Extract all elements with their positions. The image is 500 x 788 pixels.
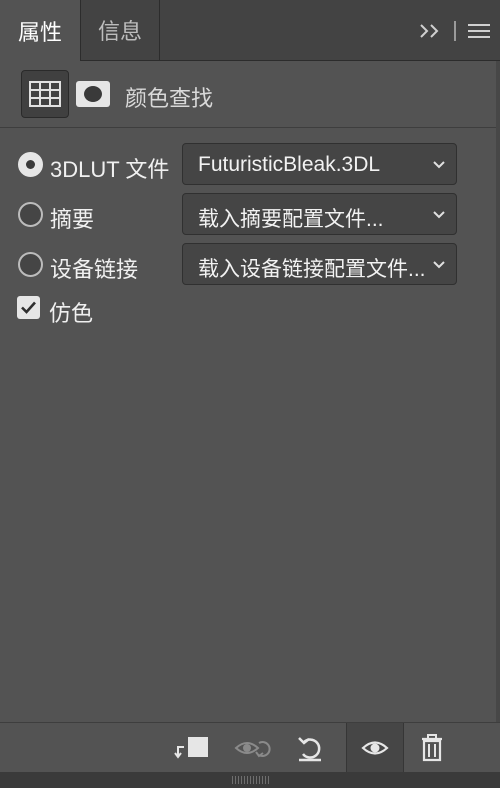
device-link-profile-select[interactable]: 载入设备链接配置文件... xyxy=(182,243,457,285)
abstract-profile-select[interactable]: 载入摘要配置文件... xyxy=(182,193,457,235)
tab-properties[interactable]: 属性 xyxy=(0,0,81,61)
panel-scroll-edge xyxy=(496,61,500,723)
chevron-down-icon xyxy=(433,261,445,269)
panel-menu-button[interactable] xyxy=(466,20,492,42)
tab-bar-divider xyxy=(454,21,456,41)
tab-bar: 属性 信息 xyxy=(0,0,500,61)
lut3d-file-value: FuturisticBleak.3DL xyxy=(198,153,381,176)
eye-icon xyxy=(361,741,389,755)
adjustment-title: 颜色查找 xyxy=(125,86,214,111)
lut3d-file-select[interactable]: FuturisticBleak.3DL xyxy=(182,143,457,185)
trash-icon xyxy=(422,734,442,762)
lut3d-row: 3DLUT 文件 FuturisticBleak.3DL xyxy=(0,143,500,187)
chevron-down-icon xyxy=(433,211,445,219)
clip-to-layer-icon xyxy=(174,737,208,759)
toggle-visibility-button[interactable] xyxy=(346,723,404,773)
device-link-row: 设备链接 载入设备链接配置文件... xyxy=(0,243,500,287)
double-chevron-right-icon xyxy=(420,24,439,38)
abstract-radio[interactable] xyxy=(18,202,43,227)
device-link-label: 设备链接 xyxy=(50,257,139,282)
reset-icon xyxy=(298,737,321,762)
abstract-profile-value: 载入摘要配置文件... xyxy=(198,208,384,231)
properties-panel: 属性 信息 颜色查找 3DLUT 文件 FuturisticBleak.3DL … xyxy=(0,0,500,788)
lut3d-label: 3DLUT 文件 xyxy=(50,157,170,182)
abstract-label: 摘要 xyxy=(50,207,95,232)
dither-label: 仿色 xyxy=(49,301,94,326)
menu-icon xyxy=(468,24,490,26)
collapse-panel-button[interactable] xyxy=(416,18,444,44)
mask-button[interactable] xyxy=(76,81,110,107)
view-previous-state-button[interactable] xyxy=(226,723,278,773)
adjustment-icon-button[interactable] xyxy=(21,70,69,118)
delete-button[interactable] xyxy=(406,723,458,773)
chevron-down-icon xyxy=(433,161,445,169)
device-link-profile-value: 载入设备链接配置文件... xyxy=(198,258,426,281)
adjustment-header: 颜色查找 xyxy=(0,61,500,128)
clip-to-layer-button[interactable] xyxy=(166,723,218,773)
dither-checkbox[interactable] xyxy=(17,296,40,319)
layer-mask-icon xyxy=(76,81,110,107)
tab-info[interactable]: 信息 xyxy=(81,0,160,60)
abstract-row: 摘要 载入摘要配置文件... xyxy=(0,193,500,237)
device-link-radio[interactable] xyxy=(18,252,43,277)
lut3d-radio[interactable] xyxy=(18,152,43,177)
bottom-toolbar xyxy=(0,722,500,773)
panel-footer xyxy=(0,772,500,788)
checkmark-icon xyxy=(21,301,36,314)
view-previous-state-icon xyxy=(234,741,271,758)
resize-grip[interactable] xyxy=(232,776,270,784)
grid-table-icon xyxy=(29,81,61,107)
reset-button[interactable] xyxy=(284,723,336,773)
